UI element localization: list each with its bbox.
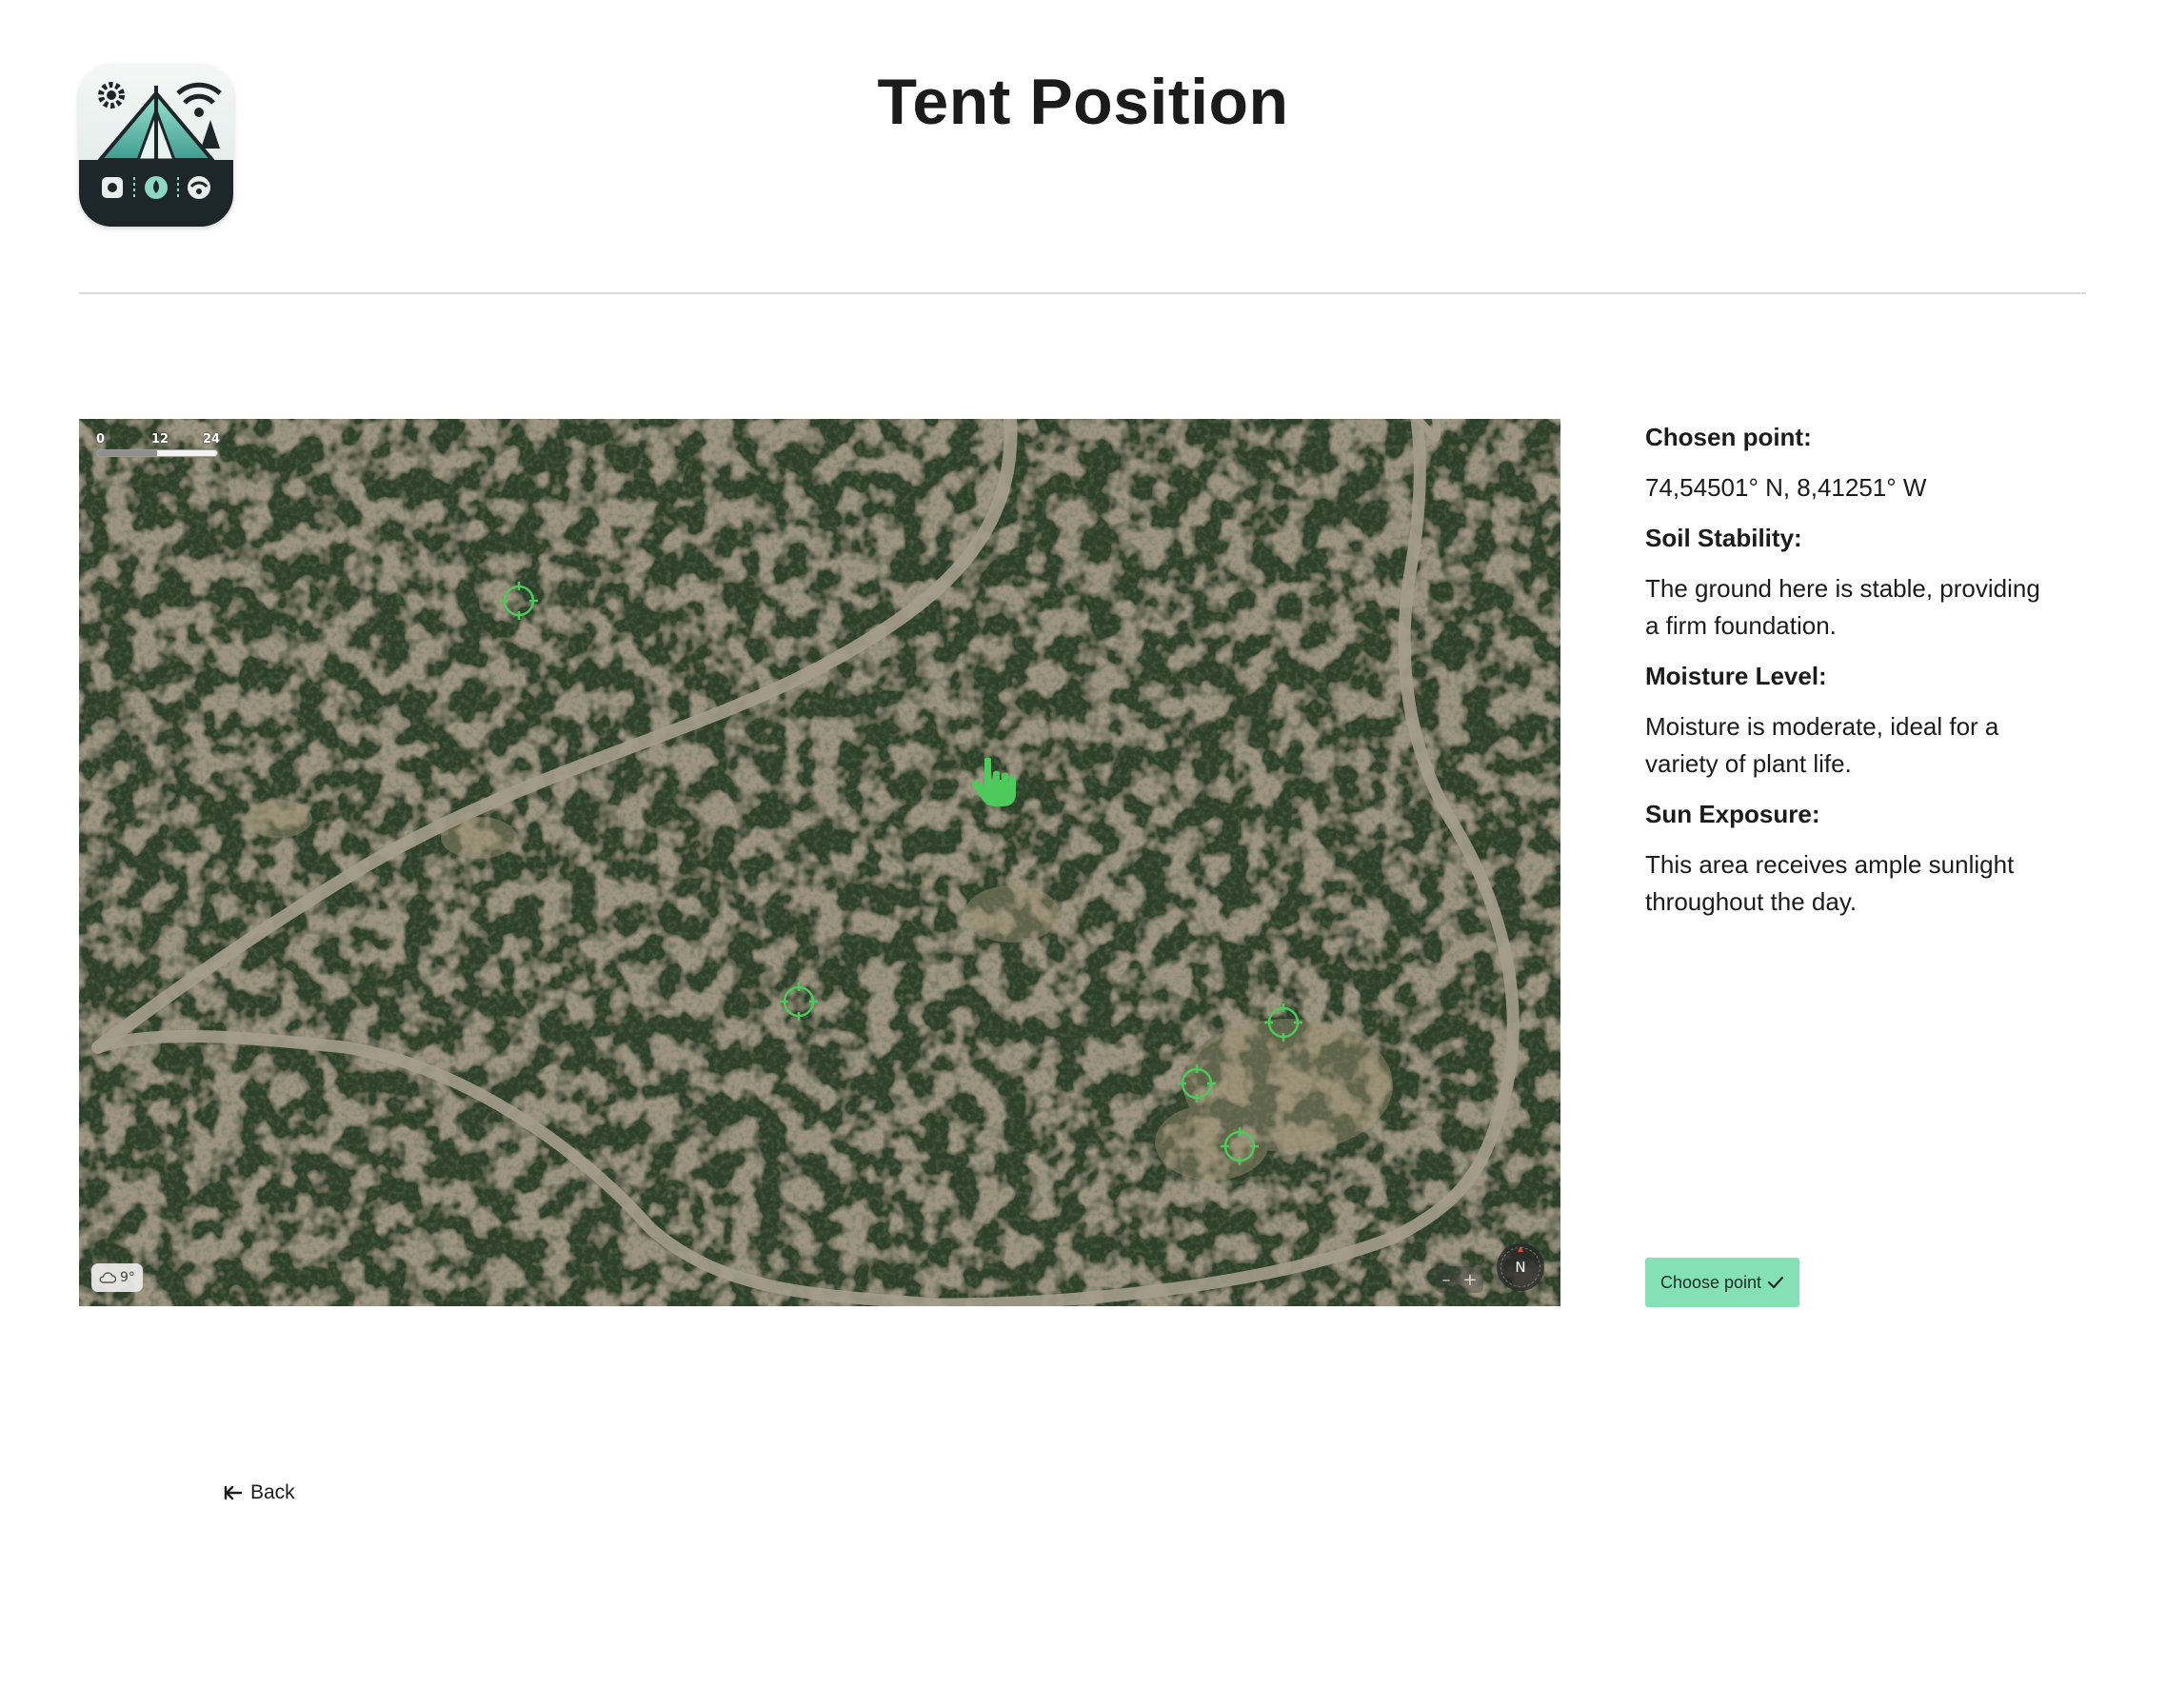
crosshair-target-icon[interactable] [498, 580, 540, 622]
back-button[interactable]: Back [224, 1481, 295, 1504]
hand-pointer-icon [972, 757, 1016, 806]
choose-point-label: Choose point [1659, 1272, 1762, 1292]
soil-stability-value: The ground here is stable, providing a f… [1645, 574, 2040, 640]
page: Tent Position 0 12 24 9° – + N Chosen po… [0, 0, 2166, 1708]
checkmark-icon [1767, 1276, 1784, 1289]
arrow-left-icon [224, 1485, 243, 1500]
moisture-level-value: Moisture is moderate, ideal for a variet… [1645, 712, 1999, 778]
soil-stability-heading: Soil Stability: [1645, 524, 1802, 552]
choose-point-button[interactable]: Choose point [1645, 1258, 1799, 1307]
chosen-point-heading: Chosen point: [1645, 423, 1812, 451]
cloud-icon [99, 1272, 116, 1283]
weather-temperature: 9° [120, 1270, 135, 1285]
crosshair-target-icon[interactable] [1262, 1002, 1304, 1043]
weather-chip: 9° [91, 1263, 143, 1292]
compass-button[interactable]: N [1497, 1243, 1544, 1291]
header-divider [79, 292, 2086, 294]
zoom-in-button[interactable]: + [1462, 1270, 1477, 1290]
chosen-point-value: 74,54501° N, 8,41251° W [1645, 473, 1927, 502]
point-info-panel: Chosen point: 74,54501° N, 8,41251° W So… [1645, 419, 2045, 934]
zoom-out-button[interactable]: – [1441, 1270, 1450, 1290]
scale-label-start: 0 [96, 432, 106, 447]
map-imagery [79, 419, 1560, 1306]
crosshair-target-icon[interactable] [778, 981, 820, 1023]
scale-line [96, 449, 218, 457]
crosshair-target-icon[interactable] [1219, 1125, 1261, 1167]
scale-label-mid: 12 [151, 432, 169, 447]
page-title: Tent Position [877, 66, 1289, 138]
moisture-level-heading: Moisture Level: [1645, 662, 1827, 690]
crosshair-target-icon[interactable] [1176, 1063, 1218, 1104]
sun-exposure-value: This area receives ample sunlight throug… [1645, 850, 2015, 916]
sun-exposure-heading: Sun Exposure: [1645, 800, 1820, 828]
back-label: Back [250, 1481, 295, 1503]
zoom-controls: – + [1436, 1266, 1483, 1293]
map-scale-bar: 0 12 24 m [96, 432, 220, 461]
satellite-map[interactable]: 0 12 24 m [79, 419, 1560, 1306]
compass-label: N [1515, 1259, 1526, 1276]
